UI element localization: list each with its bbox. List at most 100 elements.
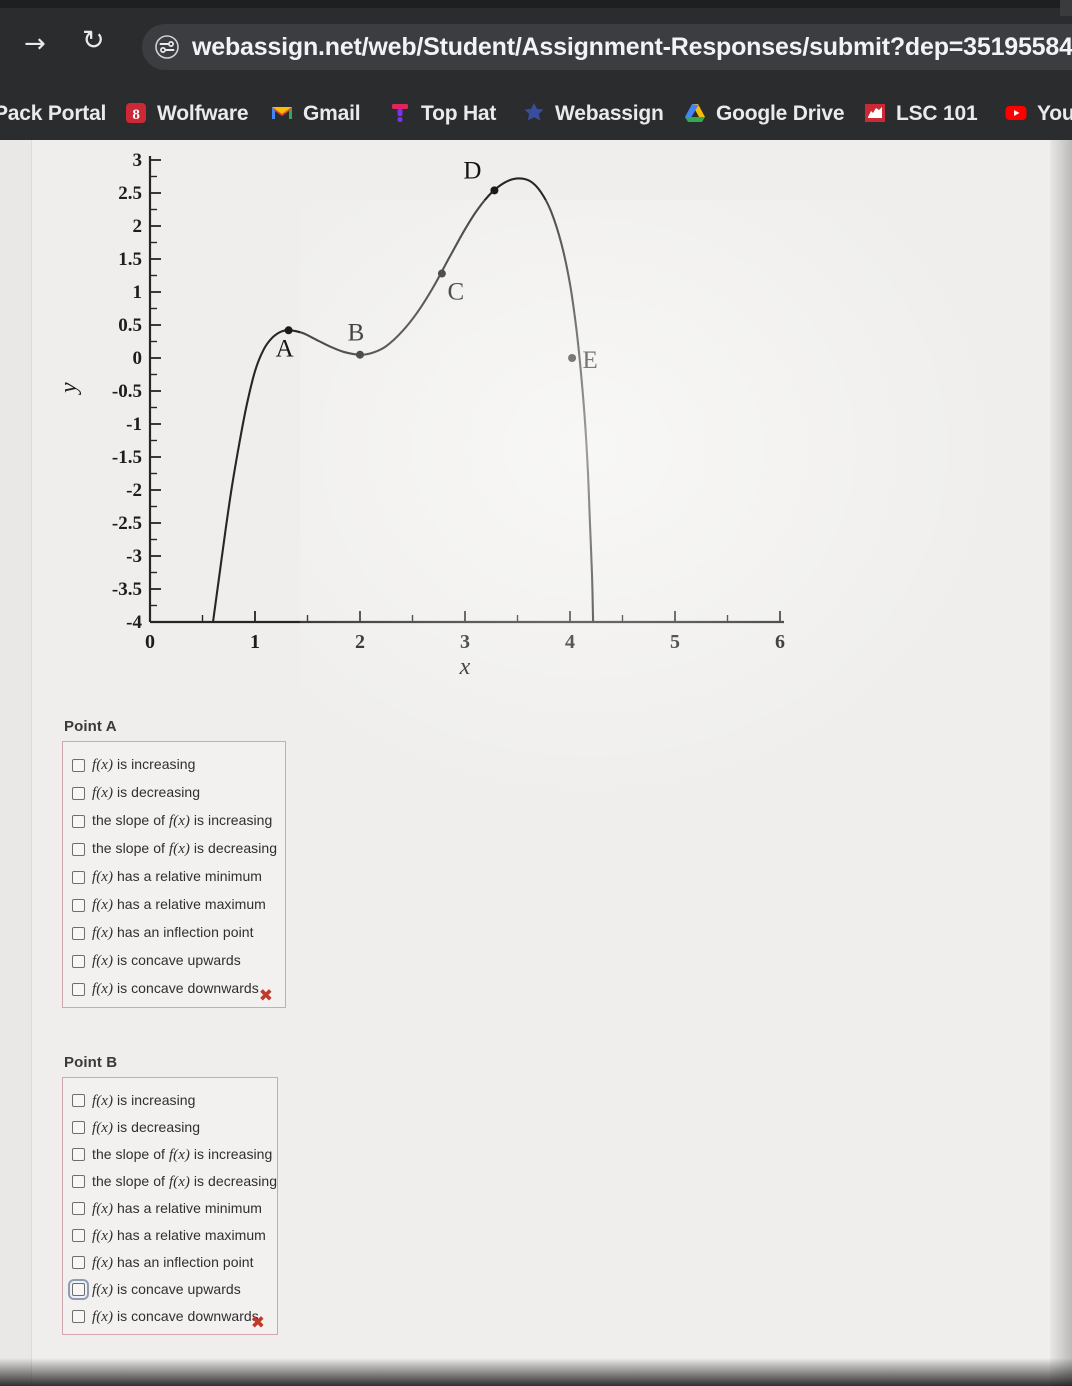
option-row[interactable]: f(x) has an inflection point — [72, 919, 273, 947]
bookmarks-bar: Pack Portal 8 Wolfware Gmail Top Hat Web… — [0, 86, 1072, 140]
bookmark-youtube[interactable]: You — [1004, 86, 1072, 140]
option-checkbox[interactable] — [72, 758, 85, 772]
option-row[interactable]: the slope of f(x) is decreasing — [72, 1168, 277, 1195]
browser-toolbar: → ↻ webassign.net/web/Student/Assignment… — [0, 10, 1072, 72]
y-tick-label: -1 — [126, 414, 142, 435]
x-tick-label: 1 — [250, 631, 260, 653]
y-tick-label: -3 — [126, 546, 142, 567]
option-row[interactable]: f(x) has a relative minimum — [72, 1195, 265, 1222]
option-checkbox[interactable] — [68, 1279, 89, 1300]
y-tick-label: 0.5 — [118, 315, 142, 336]
option-checkbox[interactable] — [72, 842, 85, 856]
option-label: f(x) is increasing — [92, 1091, 196, 1109]
option-label: f(x) has a relative maximum — [92, 1226, 266, 1244]
option-checkbox[interactable] — [72, 1175, 85, 1188]
x-axis-label: x — [459, 654, 471, 680]
option-label: f(x) has an inflection point — [92, 924, 254, 941]
option-checkbox[interactable] — [72, 1094, 85, 1107]
option-checkbox[interactable] — [72, 982, 85, 996]
option-label: f(x) is concave downwards — [92, 980, 259, 997]
tophat-icon — [388, 101, 412, 125]
graph-point-b — [356, 350, 364, 359]
option-checkbox[interactable] — [72, 814, 85, 828]
point-a-option-list: f(x) is increasing f(x) is decreasing the … — [72, 751, 277, 1003]
graph-point-label-a: A — [276, 335, 294, 362]
option-label: the slope of f(x) is decreasing — [92, 1172, 278, 1190]
option-row[interactable]: f(x) has a relative minimum — [72, 863, 273, 891]
option-row[interactable]: the slope of f(x) is decreasing — [72, 835, 277, 863]
option-checkbox[interactable] — [72, 1121, 85, 1134]
y-tick-label: 1.5 — [118, 249, 142, 270]
bookmark-label: Webassign — [555, 101, 664, 125]
x-tick-label: 2 — [355, 631, 365, 653]
address-bar[interactable]: webassign.net/web/Student/Assignment-Res… — [142, 24, 1072, 70]
option-label: the slope of f(x) is increasing — [92, 1145, 273, 1163]
option-row[interactable]: f(x) is concave downwards — [72, 1303, 265, 1330]
bookmark-label: Gmail — [303, 101, 361, 125]
graph-figure: -4 -3.5 -3 -2.5 -2 -1.5 -1 -0.5 0 0.5 1 1.5 2 2.5 3 0 1 2… — [40, 145, 920, 685]
youtube-icon — [1004, 101, 1028, 125]
bookmark-label: LSC 101 — [896, 101, 978, 125]
option-checkbox[interactable] — [72, 1256, 85, 1269]
option-label: f(x) is decreasing — [92, 784, 201, 801]
option-checkbox[interactable] — [72, 786, 85, 800]
y-tick-label: -4 — [126, 612, 142, 633]
option-row[interactable]: the slope of f(x) is increasing — [72, 1141, 272, 1168]
bookmark-label: Google Drive — [716, 101, 845, 125]
window-title-strip — [0, 0, 1072, 8]
option-label: f(x) has an inflection point — [92, 1253, 254, 1271]
option-label: f(x) is concave upwards — [92, 1280, 241, 1298]
option-row[interactable]: f(x) has a relative maximum — [72, 891, 273, 919]
google-drive-icon — [683, 101, 707, 125]
bookmark-wolfware[interactable]: 8 Wolfware — [124, 86, 249, 140]
point-b-options-box: f(x) is increasing f(x) is decreasing the … — [62, 1077, 278, 1335]
option-checkbox[interactable] — [72, 898, 85, 912]
webassign-icon — [522, 101, 546, 125]
bookmark-top-hat[interactable]: Top Hat — [388, 86, 496, 140]
graph-point-c — [437, 269, 446, 278]
option-row[interactable]: f(x) is increasing — [72, 1087, 265, 1114]
bookmark-google-drive[interactable]: Google Drive — [683, 86, 844, 140]
option-checkbox[interactable] — [72, 1310, 85, 1323]
option-row[interactable]: f(x) is concave downwards — [72, 975, 273, 1003]
option-row[interactable]: f(x) is concave upwards — [72, 947, 273, 975]
graph-point-label-c: C — [448, 279, 465, 306]
option-checkbox[interactable] — [72, 1148, 85, 1161]
lsc101-wolf-icon — [863, 101, 887, 125]
incorrect-x-icon: ✖ — [250, 1313, 265, 1333]
function-graph: -4 -3.5 -3 -2.5 -2 -1.5 -1 -0.5 0 0.5 1 1.5 2 2.5 3 0 1 2… — [56, 150, 785, 680]
point-b-option-list: f(x) is increasing f(x) is decreasing the … — [68, 1087, 277, 1330]
bookmark-lsc-101[interactable]: LSC 101 — [863, 86, 978, 140]
option-label: f(x) has a relative minimum — [92, 1199, 262, 1217]
arrow-right-icon[interactable]: → — [24, 31, 46, 57]
graph-point-d — [490, 186, 499, 195]
option-checkbox[interactable] — [72, 1229, 85, 1242]
question-group-point-a: Point A f(x) is increasing f(x) is decrea… — [62, 718, 286, 1008]
option-label: f(x) is decreasing — [92, 1118, 201, 1136]
option-checkbox[interactable] — [72, 1202, 85, 1215]
bookmark-label: Pack Portal — [0, 101, 107, 125]
option-row[interactable]: f(x) is concave upwards — [68, 1276, 265, 1303]
option-row[interactable]: f(x) is decreasing — [72, 1114, 265, 1141]
option-row[interactable]: f(x) has an inflection point — [72, 1249, 265, 1276]
site-settings-icon[interactable] — [154, 34, 180, 60]
bookmark-gmail[interactable]: Gmail — [270, 86, 361, 140]
option-row[interactable]: f(x) has a relative maximum — [72, 1222, 266, 1249]
bookmark-label: Wolfware — [157, 101, 249, 125]
option-row[interactable]: the slope of f(x) is increasing — [72, 807, 273, 835]
question-group-point-b: Point B f(x) is increasing f(x) is decrea… — [62, 1054, 278, 1335]
y-tick-label: 3 — [133, 150, 143, 171]
reload-icon[interactable]: ↻ — [82, 27, 105, 54]
bookmark-pack-portal[interactable]: Pack Portal — [0, 86, 106, 140]
page-right-shade — [1050, 140, 1072, 1386]
option-row[interactable]: f(x) is decreasing — [72, 779, 273, 807]
bookmark-webassign[interactable]: Webassign — [522, 86, 664, 140]
graph-point-label-d: D — [463, 157, 481, 184]
option-checkbox[interactable] — [72, 870, 85, 884]
option-checkbox[interactable] — [72, 954, 85, 968]
option-checkbox[interactable] — [72, 926, 85, 940]
page-left-gutter — [0, 140, 32, 1386]
webpage-content: -4 -3.5 -3 -2.5 -2 -1.5 -1 -0.5 0 0.5 1 1.5 2 2.5 3 0 1 2… — [0, 140, 1072, 1386]
option-row[interactable]: f(x) is increasing — [72, 751, 273, 779]
point-b-title: Point B — [64, 1054, 118, 1071]
